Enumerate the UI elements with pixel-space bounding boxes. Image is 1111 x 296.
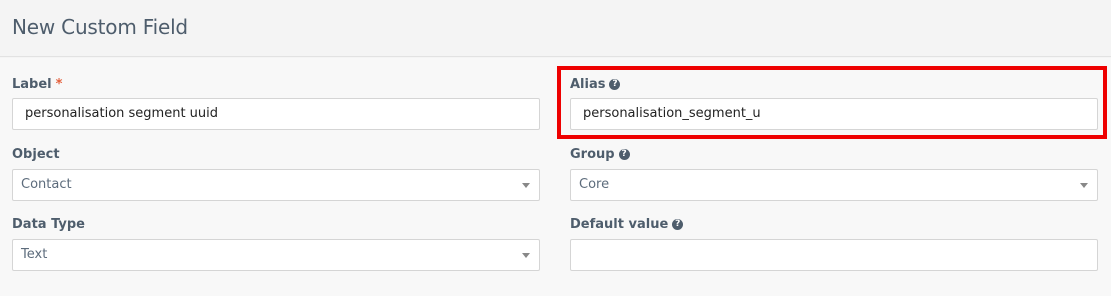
default-value-field-title: Default value bbox=[570, 217, 669, 232]
required-mark: * bbox=[55, 77, 63, 92]
data-type-selected-value: Text bbox=[21, 247, 48, 262]
chevron-down-icon bbox=[522, 183, 530, 188]
chevron-down-icon bbox=[1080, 183, 1088, 188]
data-type-field-title: Data Type bbox=[12, 217, 85, 232]
label-field-label: Label * bbox=[12, 77, 62, 92]
group-selected-value: Core bbox=[579, 177, 610, 192]
object-field-title: Object bbox=[12, 147, 60, 162]
object-field-label: Object bbox=[12, 147, 60, 162]
group-field-label: Group ? bbox=[570, 147, 630, 162]
data-type-select[interactable]: Text bbox=[12, 239, 540, 271]
object-selected-value: Contact bbox=[21, 177, 72, 192]
alias-field-title: Alias bbox=[570, 77, 606, 92]
alias-field-label: Alias ? bbox=[570, 77, 621, 92]
default-value-field-label: Default value ? bbox=[570, 217, 684, 232]
object-select[interactable]: Contact bbox=[12, 169, 540, 201]
label-field-title: Label bbox=[12, 77, 52, 92]
page-title: New Custom Field bbox=[12, 15, 188, 39]
alias-input[interactable]: personalisation_segment_u bbox=[570, 98, 1098, 130]
label-input[interactable]: personalisation segment uuid bbox=[12, 98, 540, 130]
group-select[interactable]: Core bbox=[570, 169, 1098, 201]
question-circle-icon[interactable]: ? bbox=[609, 79, 621, 90]
question-circle-icon[interactable]: ? bbox=[618, 149, 630, 160]
page-header: New Custom Field bbox=[0, 0, 1111, 57]
group-field-title: Group bbox=[570, 147, 615, 162]
chevron-down-icon bbox=[522, 253, 530, 258]
question-circle-icon[interactable]: ? bbox=[672, 219, 684, 230]
default-value-input[interactable] bbox=[570, 239, 1098, 271]
data-type-field-label: Data Type bbox=[12, 217, 85, 232]
